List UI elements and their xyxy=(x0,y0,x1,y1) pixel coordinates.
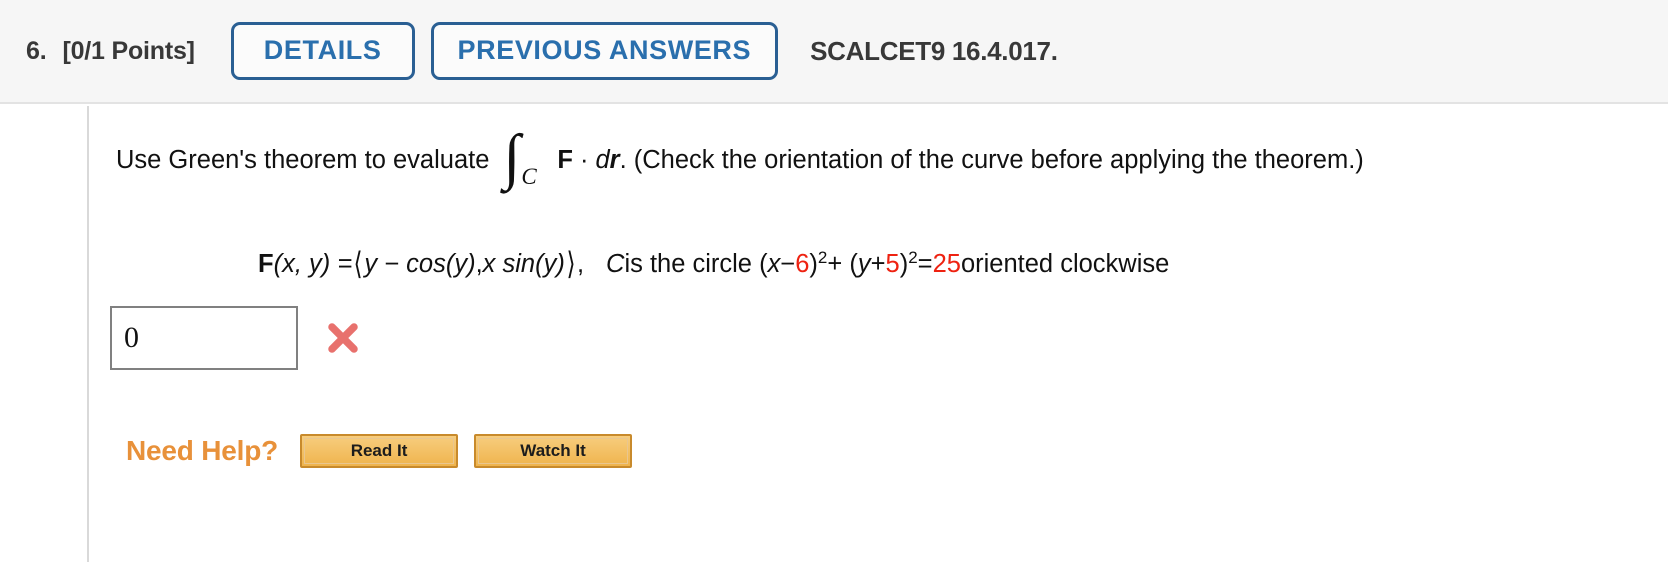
details-button[interactable]: DETAILS xyxy=(230,22,415,80)
watch-it-label: Watch It xyxy=(478,438,629,464)
field-name-f: F xyxy=(258,250,274,278)
answer-input[interactable] xyxy=(110,306,298,370)
read-it-button[interactable]: Read It xyxy=(300,434,459,468)
field-component-1: y − cos(y) xyxy=(364,250,476,278)
need-help-label: Need Help? xyxy=(126,435,279,466)
circle-center-x: 6 xyxy=(795,250,810,278)
curve-plus-sign: + ( xyxy=(827,250,858,278)
circle-center-y: 5 xyxy=(885,250,900,278)
integral-icon: ∫ xyxy=(503,122,521,191)
curve-orientation: oriented clockwise xyxy=(960,250,1170,278)
curve-paren-close-2: ) xyxy=(899,250,909,278)
field-component-2: x sin(y) xyxy=(482,250,565,278)
curve-plus-sign-2: + xyxy=(870,250,886,278)
angle-bracket-open: ⟨ xyxy=(353,246,363,281)
question-header: 6. [0/1 Points] DETAILS PREVIOUS ANSWERS… xyxy=(0,0,1668,104)
curve-equals-sign: = xyxy=(917,250,933,278)
vector-trailing-comma: , xyxy=(576,250,585,278)
exponent-2: 2 xyxy=(908,248,918,267)
curve-paren-close-1: ) xyxy=(809,250,818,278)
exponent-1: 2 xyxy=(817,248,828,267)
differential-d: d xyxy=(595,146,610,174)
answer-row xyxy=(110,306,360,370)
dot-product-icon: · xyxy=(579,146,589,174)
integral-subscript-c: C xyxy=(521,163,537,189)
read-it-label: Read It xyxy=(304,438,455,464)
prompt-text-trailing: . (Check the orientation of the curve be… xyxy=(619,146,1364,174)
curve-description-lead: is the circle ( xyxy=(624,250,768,278)
circle-radius-squared: 25 xyxy=(932,250,961,278)
field-arguments: (x, y) = xyxy=(273,250,353,278)
left-divider-rail xyxy=(87,106,89,562)
previous-answers-button[interactable]: PREVIOUS ANSWERS xyxy=(430,22,779,80)
need-help-row: Need Help? Read It Watch It xyxy=(126,434,633,468)
curve-variable-y: y xyxy=(857,250,871,278)
component-separator: , xyxy=(475,250,483,278)
curve-variable-x: x xyxy=(767,250,781,278)
vector-field-definition: F (x, y) = ⟨ y − cos(y) , x sin(y) ⟩ , C… xyxy=(258,244,1170,281)
position-vector-r: r xyxy=(609,146,620,174)
problem-statement: Use Green's theorem to evaluate ∫ C F · … xyxy=(116,126,1364,189)
points-badge: [0/1 Points] xyxy=(62,36,195,65)
textbook-reference: SCALCET9 16.4.017. xyxy=(810,35,1058,66)
incorrect-x-icon xyxy=(326,321,360,355)
line-integral-group: ∫ C xyxy=(499,126,539,189)
curve-label-c: C xyxy=(606,250,625,278)
question-number: 6. xyxy=(26,36,47,65)
prompt-text-leading: Use Green's theorem to evaluate xyxy=(116,146,490,174)
curve-minus-sign: − xyxy=(780,250,796,278)
question-panel: 6. [0/1 Points] DETAILS PREVIOUS ANSWERS… xyxy=(0,0,1668,562)
question-body: Use Green's theorem to evaluate ∫ C F · … xyxy=(0,106,1668,562)
vector-field-symbol: F xyxy=(557,146,573,174)
watch-it-button[interactable]: Watch It xyxy=(474,434,633,468)
angle-bracket-close: ⟩ xyxy=(566,246,576,281)
